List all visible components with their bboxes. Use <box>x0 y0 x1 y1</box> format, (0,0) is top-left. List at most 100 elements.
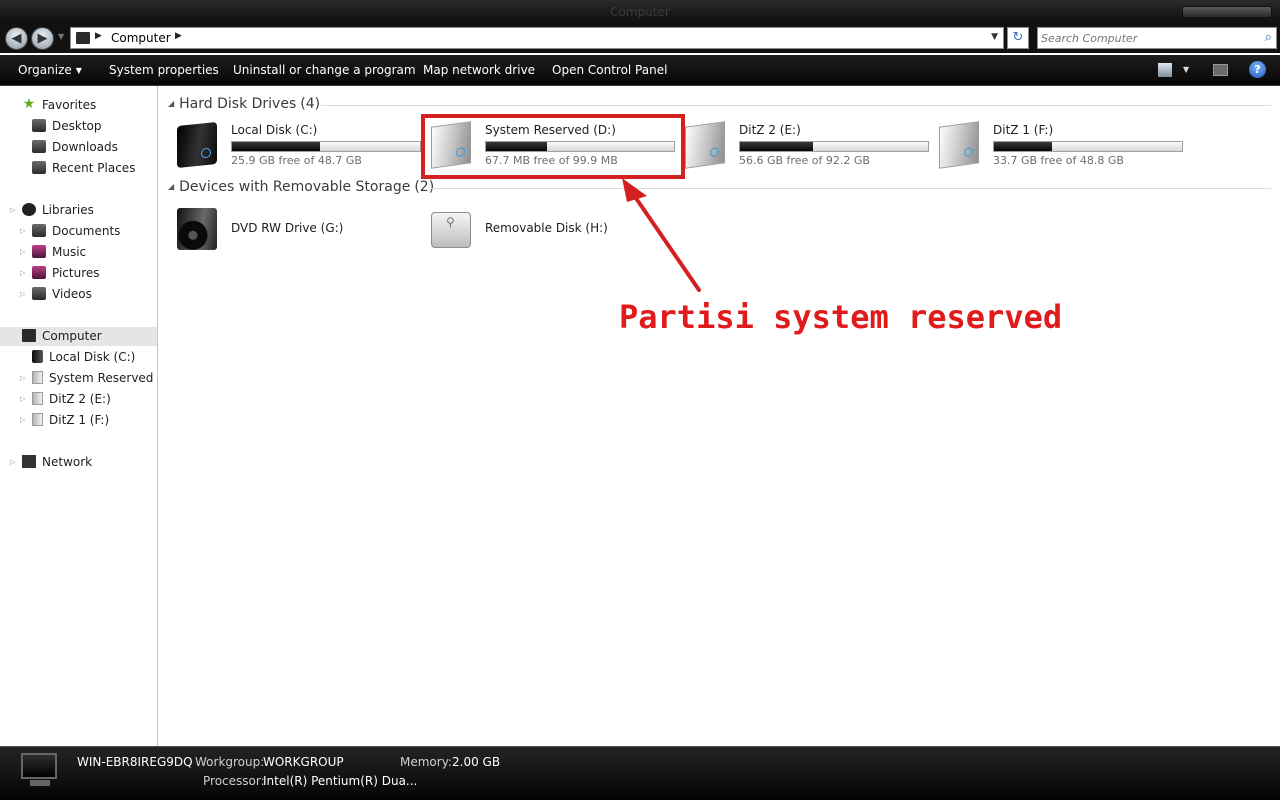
drive-usage-bar <box>993 141 1183 152</box>
nav-label: DitZ 2 (E:) <box>49 392 111 406</box>
breadcrumb-separator-icon[interactable]: ▶ <box>95 31 102 41</box>
command-bar: Organize ▼ System properties Uninstall or… <box>0 55 1280 86</box>
expand-arrow-icon[interactable]: ▷ <box>10 453 15 472</box>
group-title: Hard Disk Drives <box>179 96 297 112</box>
help-icon[interactable]: ? <box>1249 61 1266 78</box>
computer-name: WIN-EBR8IREG9DQ <box>77 755 193 769</box>
nav-label: Documents <box>52 224 121 238</box>
nav-label: Local Disk (C:) <box>49 350 136 364</box>
expand-arrow-icon[interactable]: ▷ <box>20 285 25 304</box>
drive-tile[interactable]: Local Disk (C:) 25.9 GB free of 48.7 GB <box>177 120 427 170</box>
expand-arrow-icon[interactable]: ▷ <box>10 201 15 220</box>
change-view-icon[interactable] <box>1158 63 1172 77</box>
organize-label: Organize <box>18 63 72 77</box>
uninstall-program-button[interactable]: Uninstall or change a program <box>233 63 416 77</box>
pictures-icon <box>32 266 46 279</box>
breadcrumb-computer[interactable]: Computer <box>111 31 171 45</box>
search-box[interactable]: ⌕ <box>1037 27 1277 49</box>
nav-item-ditz2-e[interactable]: ▷ DitZ 2 (E:) <box>20 390 111 409</box>
hard-drive-icon <box>32 413 43 426</box>
nav-label: Computer <box>42 329 102 343</box>
drive-free-space: 33.7 GB free of 48.8 GB <box>993 154 1124 167</box>
address-bar[interactable]: ▶ Computer ▶ ▼ <box>70 27 1004 49</box>
nav-label: Pictures <box>52 266 100 280</box>
back-button[interactable]: ◀ <box>5 27 28 50</box>
drive-tile[interactable]: DitZ 2 (E:) 56.6 GB free of 92.2 GB <box>685 120 935 170</box>
device-name: Removable Disk (H:) <box>485 221 608 235</box>
drive-usage-fill <box>740 142 813 151</box>
drive-usage-bar <box>739 141 929 152</box>
navigation-pane: ★ Favorites Desktop Downloads Recent Plac… <box>0 86 158 746</box>
nav-item-videos[interactable]: ▷ Videos <box>20 285 92 304</box>
group-title: Devices with Removable Storage <box>179 179 411 195</box>
nav-computer[interactable]: Computer <box>0 327 157 346</box>
nav-network[interactable]: ▷ Network <box>10 453 93 472</box>
nav-item-ditz1-f[interactable]: ▷ DitZ 1 (F:) <box>20 411 110 430</box>
group-header-removable-storage[interactable]: ◢ Devices with Removable Storage (2) <box>168 179 434 195</box>
nav-item-documents[interactable]: ▷ Documents <box>20 222 121 241</box>
system-properties-button[interactable]: System properties <box>109 63 219 77</box>
address-dropdown-icon[interactable]: ▼ <box>991 32 998 42</box>
computer-icon <box>22 329 36 342</box>
nav-item-music[interactable]: ▷ Music <box>20 243 86 262</box>
search-icon[interactable]: ⌕ <box>1265 30 1272 45</box>
nav-label: Downloads <box>52 140 118 154</box>
nav-label: Desktop <box>52 119 102 133</box>
desktop-icon <box>32 119 46 132</box>
group-header-hard-disk-drives[interactable]: ◢ Hard Disk Drives (4) <box>168 96 320 112</box>
downloads-icon <box>32 140 46 153</box>
annotation-highlight-box <box>421 114 685 179</box>
nav-label: DitZ 1 (F:) <box>49 413 110 427</box>
removable-device-tile[interactable]: DVD RW Drive (G:) <box>177 204 427 254</box>
nav-label: Favorites <box>42 98 97 112</box>
nav-favorites[interactable]: ★ Favorites <box>22 96 97 115</box>
map-network-drive-button[interactable]: Map network drive <box>423 63 535 77</box>
nav-label: Libraries <box>42 203 94 217</box>
expand-arrow-icon[interactable]: ▷ <box>20 243 25 262</box>
processor-label: Processor: <box>203 774 265 788</box>
memory-label: Memory: <box>400 755 452 769</box>
hard-drive-icon <box>177 121 217 169</box>
nav-label: System Reserved (D:) <box>49 371 157 385</box>
collapse-triangle-icon[interactable]: ◢ <box>168 99 174 108</box>
breadcrumb-separator-icon[interactable]: ▶ <box>175 31 182 41</box>
forward-button[interactable]: ▶ <box>31 27 54 50</box>
window-controls[interactable] <box>1182 6 1272 18</box>
nav-label: Network <box>42 455 93 469</box>
open-control-panel-button[interactable]: Open Control Panel <box>552 63 667 77</box>
removable-device-tile[interactable]: Removable Disk (H:) <box>431 204 681 254</box>
recent-pages-dropdown[interactable]: ▼ <box>58 32 64 41</box>
group-divider <box>431 188 1271 189</box>
details-pane: WIN-EBR8IREG9DQ Workgroup: WORKGROUP Mem… <box>0 746 1280 800</box>
nav-item-pictures[interactable]: ▷ Pictures <box>20 264 100 283</box>
navigation-bar: ◀ ▶ ▼ ▶ Computer ▶ ▼ ↻ ⌕ <box>0 24 1280 53</box>
nav-item-downloads[interactable]: Downloads <box>32 138 118 157</box>
expand-arrow-icon[interactable]: ▷ <box>20 411 25 430</box>
music-icon <box>32 245 46 258</box>
collapse-triangle-icon[interactable]: ◢ <box>168 182 174 191</box>
nav-item-local-disk-c[interactable]: Local Disk (C:) <box>32 348 135 367</box>
nav-item-desktop[interactable]: Desktop <box>32 117 102 136</box>
expand-arrow-icon[interactable]: ▷ <box>20 390 25 409</box>
nav-item-system-reserved-d[interactable]: ▷ System Reserved (D:) <box>20 369 157 388</box>
device-name: DVD RW Drive (G:) <box>231 221 344 235</box>
drive-tile[interactable]: DitZ 1 (F:) 33.7 GB free of 48.8 GB <box>939 120 1189 170</box>
group-count: (2) <box>414 179 435 195</box>
hard-drive-icon <box>939 121 979 169</box>
hard-drive-icon <box>32 350 43 363</box>
chevron-down-icon: ▼ <box>75 66 82 75</box>
dvd-drive-icon <box>177 208 217 250</box>
organize-button[interactable]: Organize ▼ <box>18 63 82 77</box>
drive-usage-bar <box>231 141 421 152</box>
nav-libraries[interactable]: ▷ Libraries <box>10 201 94 220</box>
expand-arrow-icon[interactable]: ▷ <box>20 369 25 388</box>
search-input[interactable] <box>1041 30 1251 46</box>
view-options-dropdown[interactable]: ▼ <box>1183 65 1189 74</box>
refresh-button[interactable]: ↻ <box>1007 27 1029 49</box>
expand-arrow-icon[interactable]: ▷ <box>20 222 25 241</box>
nav-item-recent-places[interactable]: Recent Places <box>32 159 135 178</box>
preview-pane-icon[interactable] <box>1213 64 1228 76</box>
libraries-icon <box>22 203 36 216</box>
drive-free-space: 25.9 GB free of 48.7 GB <box>231 154 362 167</box>
expand-arrow-icon[interactable]: ▷ <box>20 264 25 283</box>
